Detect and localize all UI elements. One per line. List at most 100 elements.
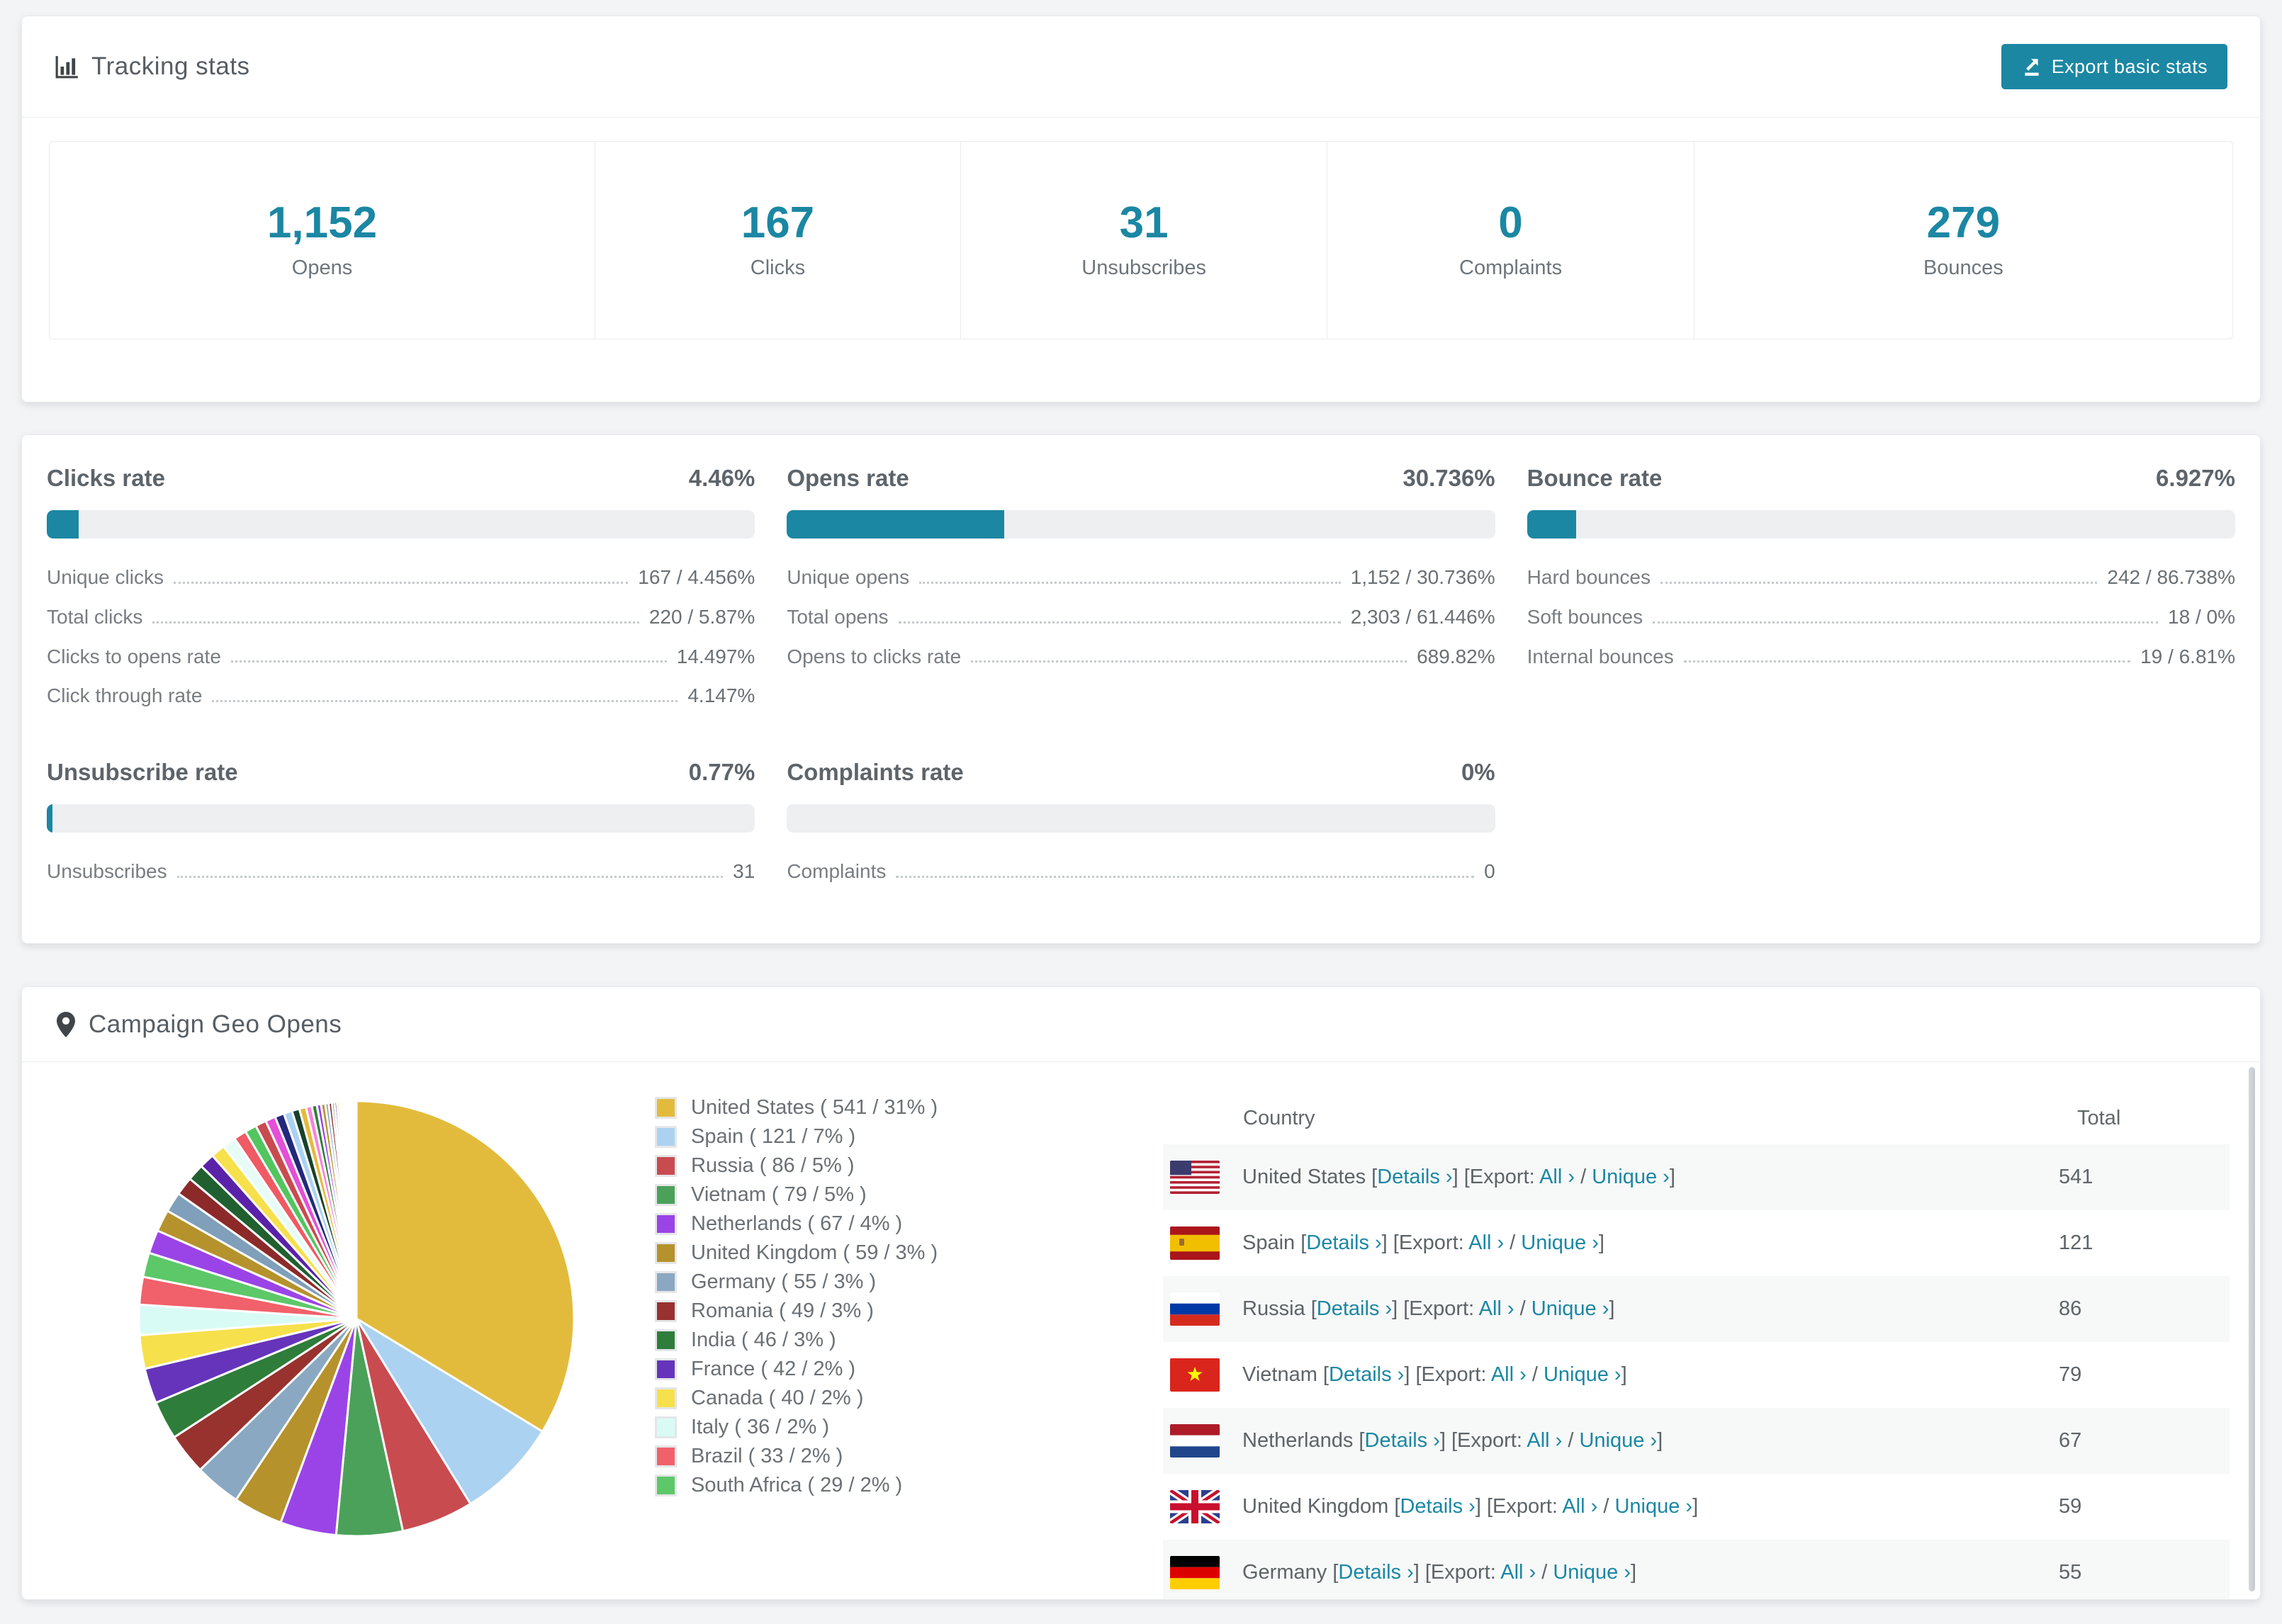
- export-unique-link[interactable]: Unique ›: [1521, 1231, 1599, 1254]
- rate-detail-label: Click through rate: [47, 684, 203, 707]
- export-all-link[interactable]: All ›: [1500, 1561, 1536, 1584]
- progress-bar-track: [1527, 510, 2235, 538]
- legend-label: Germany ( 55 / 3% ): [691, 1270, 877, 1293]
- details-link[interactable]: Details ›: [1377, 1166, 1452, 1188]
- stat-cell-unsubscribes: 31 Unsubscribes: [961, 142, 1328, 339]
- rate-detail-value: 220 / 5.87%: [648, 605, 755, 628]
- legend-item: France ( 42 / 2% ): [655, 1355, 938, 1384]
- rate-title: Unsubscribe rate: [47, 759, 238, 786]
- progress-bar-fill: [47, 510, 79, 538]
- legend-swatch: [655, 1416, 677, 1438]
- export-all-link[interactable]: All ›: [1527, 1429, 1562, 1452]
- rate-detail-value: 689.82%: [1417, 645, 1495, 667]
- export-unique-link[interactable]: Unique ›: [1544, 1363, 1621, 1386]
- export-all-link[interactable]: All ›: [1562, 1495, 1597, 1518]
- dot-leader: [176, 875, 724, 878]
- export-unique-link[interactable]: Unique ›: [1553, 1561, 1631, 1584]
- column-header-total: Total: [2077, 1106, 2121, 1129]
- rate-detail-row: Hard bounces 242 / 86.738%: [1527, 566, 2235, 589]
- flag-icon-vn: [1170, 1358, 1220, 1392]
- legend-item: Vietnam ( 79 / 5% ): [655, 1180, 938, 1209]
- rate-detail-row: Internal bounces 19 / 6.81%: [1527, 645, 2235, 668]
- stat-label: Clicks: [750, 256, 806, 279]
- dot-leader: [896, 875, 1475, 878]
- export-unique-link[interactable]: Unique ›: [1614, 1495, 1692, 1518]
- total-cell: 55: [2059, 1561, 2082, 1584]
- stat-cell-opens: 1,152 Opens: [50, 142, 595, 339]
- rate-value: 0%: [1461, 759, 1495, 786]
- total-cell: 86: [2059, 1297, 2082, 1320]
- rates-row-top: Clicks rate 4.46% Unique clicks 167 / 4.456…: [22, 435, 2260, 725]
- rate-detail-row: Unique clicks 167 / 4.456%: [47, 566, 755, 589]
- table-row-es: Spain [Details ›] [Export: All › / Uniqu…: [1163, 1210, 2230, 1276]
- export-all-link[interactable]: All ›: [1539, 1166, 1575, 1188]
- progress-bar-track: [787, 804, 1495, 833]
- stat-cell-complaints: 0 Complaints: [1327, 142, 1694, 339]
- legend-item: Netherlands ( 67 / 4% ): [655, 1209, 938, 1239]
- rate-title: Opens rate: [787, 465, 909, 491]
- flag-icon-gb: [1170, 1490, 1220, 1523]
- progress-bar-fill: [1527, 510, 1576, 538]
- country-name: Germany [: [1242, 1561, 1339, 1584]
- country-name: Spain [: [1242, 1231, 1307, 1254]
- dot-leader: [919, 581, 1341, 584]
- country-text: Germany [Details ›] [Export: All › / Uni…: [1242, 1561, 1637, 1584]
- export-all-link[interactable]: All ›: [1479, 1297, 1514, 1320]
- rate-value: 30.736%: [1403, 465, 1495, 491]
- rate-section-unsubscribe-rate: Unsubscribe rate 0.77% Unsubscribes 31: [47, 759, 755, 901]
- export-all-link[interactable]: All ›: [1491, 1363, 1527, 1386]
- details-link[interactable]: Details ›: [1306, 1231, 1381, 1254]
- table-row-vn: Vietnam [Details ›] [Export: All › / Uni…: [1163, 1342, 2230, 1408]
- legend-label: Romania ( 49 / 3% ): [691, 1299, 874, 1322]
- rate-detail-row: Click through rate 4.147%: [47, 685, 755, 707]
- table-scrollbar[interactable]: [2249, 1067, 2255, 1591]
- rate-title: Clicks rate: [47, 465, 165, 491]
- table-row-ru: Russia [Details ›] [Export: All › / Uniq…: [1163, 1276, 2230, 1342]
- export-all-link[interactable]: All ›: [1468, 1231, 1504, 1254]
- rate-value: 4.46%: [688, 465, 755, 491]
- stat-value: 0: [1498, 198, 1523, 247]
- export-unique-link[interactable]: Unique ›: [1531, 1297, 1609, 1320]
- export-basic-stats-button[interactable]: Export basic stats: [2001, 44, 2227, 89]
- rate-detail-row: Soft bounces 18 / 0%: [1527, 606, 2235, 628]
- details-link[interactable]: Details ›: [1400, 1495, 1475, 1518]
- country-name: Netherlands [: [1242, 1429, 1365, 1452]
- stat-value: 1,152: [266, 198, 378, 247]
- legend-item: Spain ( 121 / 7% ): [655, 1122, 938, 1151]
- details-link[interactable]: Details ›: [1365, 1429, 1440, 1452]
- legend-label: Spain ( 121 / 7% ): [691, 1125, 856, 1148]
- details-link[interactable]: Details ›: [1338, 1561, 1413, 1584]
- legend-item: Russia ( 86 / 5% ): [655, 1151, 938, 1180]
- stat-value: 31: [1119, 198, 1169, 247]
- legend-swatch: [655, 1445, 677, 1467]
- country-cell: Spain [Details ›] [Export: All › / Uniqu…: [1163, 1227, 2049, 1260]
- progress-bar-fill: [47, 804, 52, 833]
- rate-detail-value: 242 / 86.738%: [2107, 566, 2235, 588]
- rate-detail-value: 14.497%: [676, 645, 755, 667]
- stat-label: Bounces: [1923, 256, 2003, 279]
- tracking-stats-header: Tracking stats Export basic stats: [22, 16, 2260, 118]
- stat-value: 279: [1926, 198, 2001, 247]
- rate-detail-value: 1,152 / 30.736%: [1350, 566, 1495, 588]
- rate-detail-row: Opens to clicks rate 689.82%: [787, 645, 1495, 668]
- country-name: United States [: [1242, 1166, 1378, 1188]
- total-cell: 59: [2059, 1495, 2082, 1518]
- stat-cell-bounces: 279 Bounces: [1694, 142, 2232, 339]
- rate-detail-value: 0: [1484, 860, 1495, 883]
- dot-leader: [1660, 581, 2098, 584]
- rate-detail-row: Unsubscribes 31: [47, 860, 755, 883]
- details-link[interactable]: Details ›: [1329, 1363, 1404, 1386]
- rate-detail-label: Unique clicks: [47, 566, 164, 588]
- rate-detail-label: Unique opens: [787, 566, 910, 588]
- bar-chart-icon: [55, 54, 80, 79]
- legend-swatch: [655, 1329, 677, 1351]
- pie-legend: United States ( 541 / 31% ) Spain ( 121 /…: [655, 1093, 938, 1500]
- progress-bar-track: [47, 804, 755, 833]
- export-unique-link[interactable]: Unique ›: [1579, 1429, 1657, 1452]
- export-unique-link[interactable]: Unique ›: [1592, 1166, 1670, 1188]
- country-name: Russia [: [1242, 1297, 1317, 1320]
- geo-opens-pie-chart: [137, 1100, 575, 1538]
- details-link[interactable]: Details ›: [1317, 1297, 1392, 1320]
- campaign-geo-opens-card: Campaign Geo Opens United States ( 541 /…: [21, 986, 2261, 1600]
- legend-swatch: [655, 1126, 677, 1148]
